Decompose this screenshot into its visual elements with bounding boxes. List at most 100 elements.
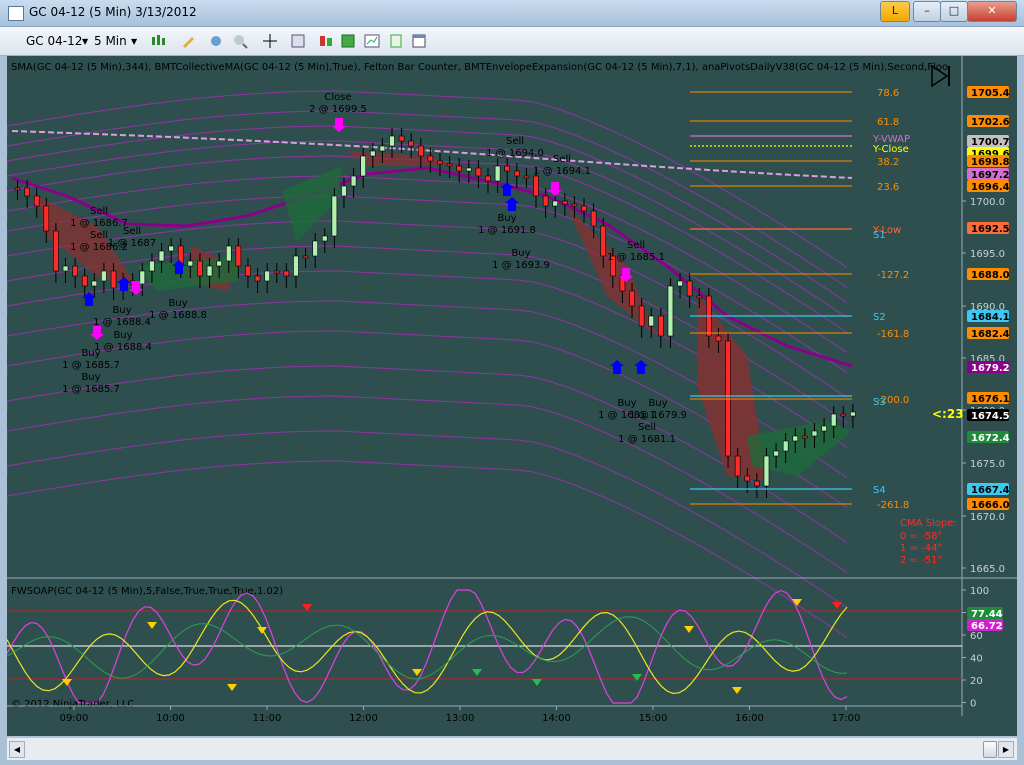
osc-value-tag-label: 77.44 xyxy=(971,609,1003,620)
candlestick xyxy=(206,265,213,277)
candlestick xyxy=(197,260,203,277)
candlestick xyxy=(24,187,30,197)
candlestick xyxy=(273,270,280,274)
instrument-selector[interactable]: GC 04-12 xyxy=(26,32,90,50)
candlestick xyxy=(792,435,799,442)
zoom-out-icon[interactable] xyxy=(232,33,248,49)
candlestick xyxy=(245,265,251,277)
data-box-icon[interactable] xyxy=(388,33,404,49)
horizontal-scrollbar[interactable]: ◀ ▶ xyxy=(7,737,1017,760)
buy-arrow-icon xyxy=(610,360,624,374)
price-tag: 1705.4 xyxy=(967,86,1010,99)
pivot-label: S2 xyxy=(873,312,886,323)
buy-arrow-icon xyxy=(634,360,648,374)
candlestick xyxy=(293,255,299,277)
trade-annotation: Buy xyxy=(511,248,530,259)
signal-triangle-icon xyxy=(302,604,312,611)
cma-slope-value: 0 = -58° xyxy=(900,531,942,542)
cma-slope-value: 2 = -51° xyxy=(900,555,942,566)
signal-triangle-icon xyxy=(147,622,157,629)
candlestick xyxy=(81,275,88,287)
candlestick xyxy=(53,230,59,272)
chart-panel[interactable]: 1700.01695.01690.01685.01680.01675.01670… xyxy=(6,56,1017,736)
buy-arrow-icon xyxy=(505,197,519,211)
pivot-label: S1 xyxy=(873,230,886,241)
price-tag-label: 1697.2 xyxy=(971,170,1010,181)
trade-annotation: 1 @ 1686.7 xyxy=(70,218,128,229)
price-tag: 1679.2 xyxy=(967,361,1010,374)
pivot-label: Y-Close xyxy=(872,144,909,155)
candlestick xyxy=(648,315,655,327)
close-button[interactable]: ✕ xyxy=(967,1,1017,22)
price-tag-label: 1692.5 xyxy=(971,224,1010,235)
candlestick xyxy=(504,165,511,172)
candlestick xyxy=(802,435,808,439)
candlestick xyxy=(350,175,357,187)
cma-slope-value: 1 = -44° xyxy=(900,543,942,554)
candlestick xyxy=(168,245,174,252)
trade-annotation: Sell xyxy=(627,240,645,251)
price-tag: 1682.4 xyxy=(967,327,1010,340)
candlestick xyxy=(312,240,318,257)
osc-value-tag-label: 66.72 xyxy=(971,621,1003,632)
candlestick xyxy=(187,260,194,267)
price-chart[interactable]: 1700.01695.01690.01685.01680.01675.01670… xyxy=(6,56,1017,736)
candlestick xyxy=(830,413,837,427)
trade-annotation: Buy xyxy=(168,298,187,309)
trade-annotation: Buy xyxy=(81,372,100,383)
crosshair-icon[interactable] xyxy=(262,33,278,49)
candlestick xyxy=(466,167,472,172)
instrument-dropdown-icon[interactable]: ▼ xyxy=(82,37,88,46)
drawing-tools-icon[interactable] xyxy=(208,33,224,49)
bar-style-icon[interactable] xyxy=(150,33,166,49)
minimize-button[interactable]: – xyxy=(913,1,941,22)
pencil-icon[interactable] xyxy=(180,33,196,49)
window-titlebar: GC 04-12 (5 Min) 3/13/2012 L – □ ✕ xyxy=(0,0,1024,27)
trade-annotation: Buy xyxy=(81,348,100,359)
strategies-icon[interactable] xyxy=(318,33,334,49)
price-tag-label: 1700.7 xyxy=(971,137,1010,148)
trade-annotation: Close xyxy=(324,92,351,103)
candlestick xyxy=(321,235,328,242)
candlestick xyxy=(283,270,290,277)
price-tag-label: 1667.4 xyxy=(971,485,1010,496)
maximize-button[interactable]: □ xyxy=(940,1,968,22)
candlestick xyxy=(677,280,683,287)
indicators-icon[interactable] xyxy=(340,33,356,49)
interval-dropdown-icon[interactable]: ▼ xyxy=(131,37,137,46)
price-tag: 1672.4 xyxy=(967,431,1010,444)
scroll-left-button[interactable]: ◀ xyxy=(9,741,25,758)
price-tag: 1674.5 xyxy=(967,409,1010,422)
scroll-thumb[interactable] xyxy=(983,741,997,758)
candlestick xyxy=(485,175,491,182)
candlestick xyxy=(72,265,78,277)
time-tick-label: 15:00 xyxy=(639,713,668,724)
candlestick xyxy=(514,170,520,177)
restore-icon[interactable] xyxy=(411,33,427,49)
candlestick xyxy=(734,455,741,477)
trade-annotation: 1 @ 1685.7 xyxy=(62,384,120,395)
chart-trader-icon[interactable] xyxy=(364,33,380,49)
scroll-right-button[interactable]: ▶ xyxy=(998,741,1014,758)
signal-triangle-icon xyxy=(257,627,267,634)
osc-slow-line xyxy=(6,616,848,680)
candlestick xyxy=(139,270,146,285)
sell-arrow-icon xyxy=(90,326,104,340)
price-tag-label: 1672.4 xyxy=(971,433,1010,444)
osc-tick-label: 100 xyxy=(970,586,989,597)
link-button[interactable]: L xyxy=(880,1,910,22)
candlestick xyxy=(494,165,501,182)
price-tag: 1676.1 xyxy=(967,392,1010,405)
price-tag: 1698.8 xyxy=(967,155,1010,168)
time-tick-label: 16:00 xyxy=(735,713,764,724)
price-tag: 1696.4 xyxy=(967,180,1010,193)
fib-level-label: 78.6 xyxy=(877,88,899,99)
candlestick xyxy=(686,280,693,297)
instrument-value: GC 04-12 xyxy=(26,34,83,48)
trade-annotation: 1 @ 1681.1 xyxy=(618,434,676,445)
candlestick xyxy=(552,200,559,207)
sell-arrow-icon xyxy=(548,182,562,196)
price-tick-label: 1670.0 xyxy=(970,512,1005,523)
properties-icon[interactable] xyxy=(290,33,306,49)
candlestick xyxy=(638,305,645,327)
